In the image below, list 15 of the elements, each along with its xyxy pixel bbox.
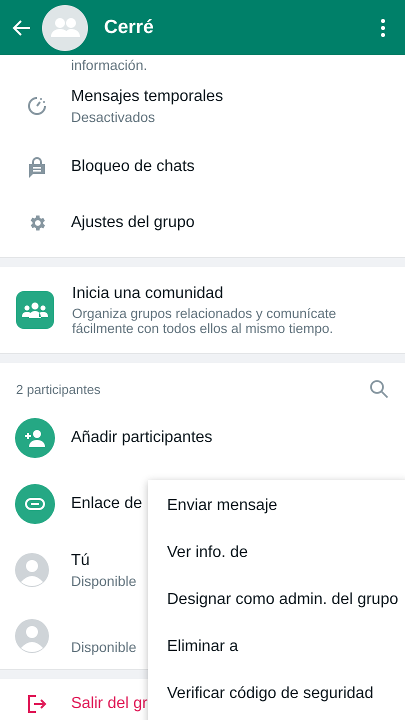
item-subtitle: Desactivados <box>71 108 156 124</box>
participant-count: 2 participantes <box>16 382 101 396</box>
exit-label: Salir del gr <box>71 695 148 713</box>
action-label: Añadir participantes <box>71 429 212 447</box>
action-label: Enlace de <box>71 495 142 513</box>
item-title: Inicia una comunidad <box>72 284 224 302</box>
item-title: Bloqueo de chats <box>71 158 195 176</box>
participant-status: Disponible <box>71 572 136 588</box>
participant-status: Disponible <box>71 638 136 654</box>
participant-name: Tú <box>71 552 91 570</box>
description-text: información. <box>70 57 148 73</box>
item-title: Mensajes temporales <box>71 88 224 106</box>
chat-title: Cerré <box>104 16 155 38</box>
item-title: Ajustes del grupo <box>71 214 195 232</box>
item-description: Organiza grupos relacionados y comunícate fácilmente con todos ellos al mismo tiempo. <box>72 306 338 336</box>
